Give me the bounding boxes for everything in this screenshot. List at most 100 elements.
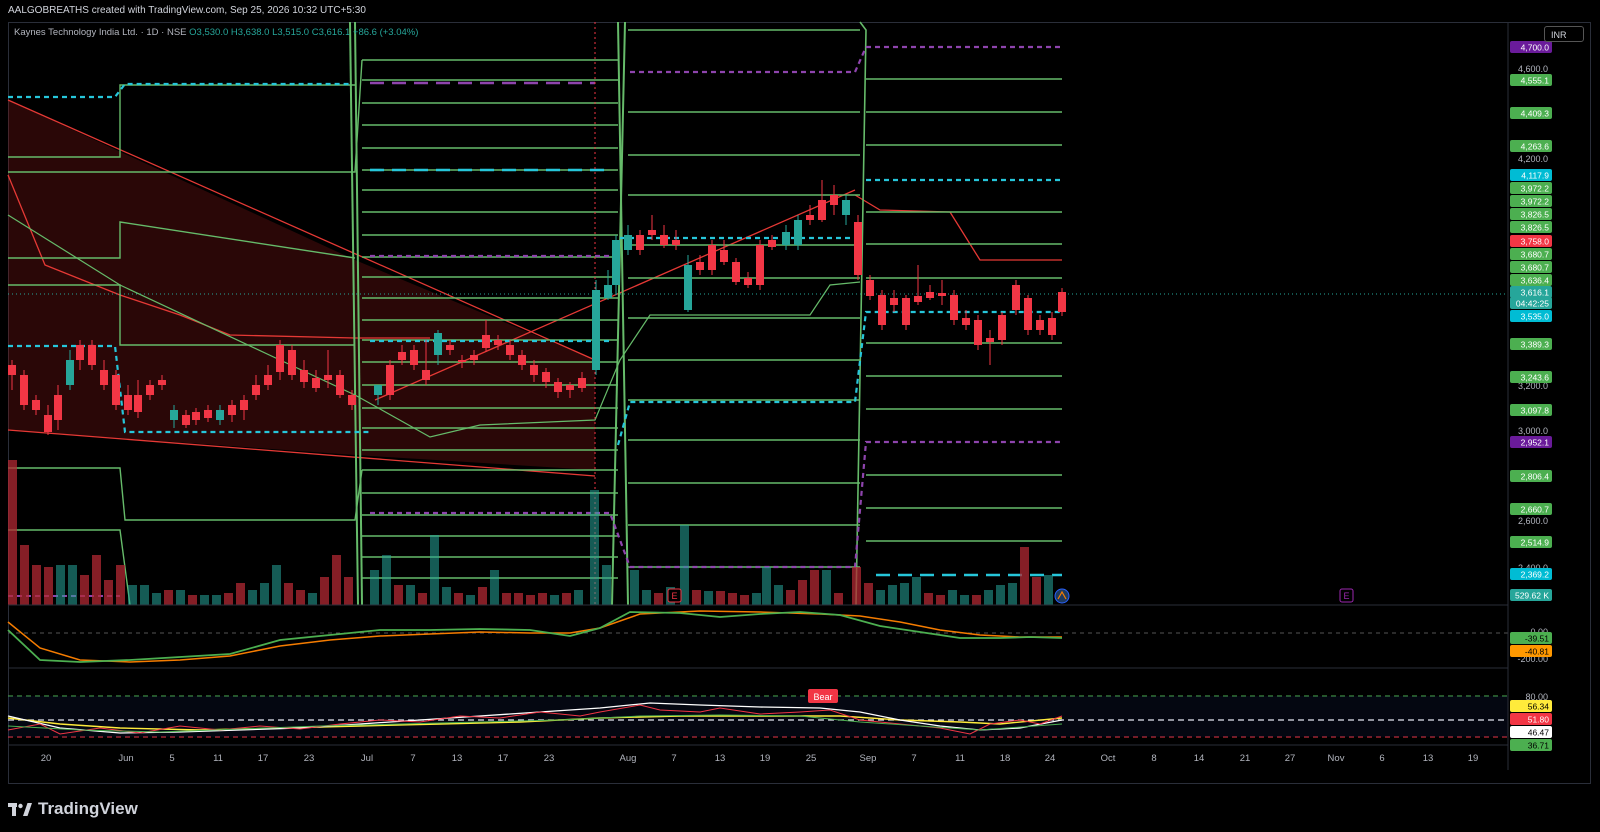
volume-bar <box>602 565 611 605</box>
candle-body <box>470 355 478 360</box>
volume-bar <box>128 585 137 605</box>
candle-body <box>20 375 28 405</box>
volume-bar <box>466 595 475 605</box>
candle-body <box>494 340 502 345</box>
volume-bar <box>248 590 257 605</box>
volume-bar <box>1044 575 1053 605</box>
volume-bar <box>630 570 639 605</box>
candle-body <box>192 412 200 420</box>
candle-body <box>146 385 154 395</box>
price-label: 4,409.3 <box>1521 109 1550 119</box>
volume-bar <box>140 585 149 605</box>
candle-body <box>240 400 248 410</box>
candle-body <box>422 370 430 380</box>
price-label: 3,826.5 <box>1521 210 1550 220</box>
dashed-level <box>630 46 868 74</box>
candle-body <box>300 370 308 382</box>
candle-body <box>312 378 320 388</box>
volume-bar <box>900 583 909 605</box>
candle-body <box>374 385 382 395</box>
candle-body <box>1036 320 1044 330</box>
volume-bar <box>822 570 831 605</box>
macd-signal-line <box>7 610 1062 663</box>
volume-bar <box>888 585 897 605</box>
time-tick: 25 <box>806 753 817 764</box>
grid-level <box>8 467 363 521</box>
time-tick: 7 <box>911 753 916 764</box>
rsi-label: 56.34 <box>1528 702 1550 712</box>
volume-bar <box>762 567 771 605</box>
time-tick: Jul <box>361 753 373 764</box>
price-label: 3,389.3 <box>1521 340 1550 350</box>
rsi-label: 46.47 <box>1528 728 1550 738</box>
candle-body <box>542 372 550 382</box>
price-chart[interactable]: BearE E4,600.04,200.03,200.03,000.02,600.… <box>0 0 1600 832</box>
volume-bar <box>80 575 89 605</box>
candle-body <box>732 262 740 282</box>
close-value: C3,616.1 <box>311 27 351 38</box>
volume-bar <box>382 555 391 605</box>
volume-bar <box>728 593 737 605</box>
volume-bar <box>590 490 599 605</box>
volume-bar <box>332 555 341 605</box>
currency-button[interactable]: INR <box>1544 26 1584 42</box>
candle-body <box>386 365 394 395</box>
volume-bar <box>116 565 125 605</box>
symbol-name: Kaynes Technology India Ltd. · 1D · NSE <box>14 27 187 38</box>
time-tick: 5 <box>169 753 174 764</box>
volume-bar <box>798 580 807 605</box>
volume-bar <box>478 587 487 605</box>
candle-body <box>986 338 994 342</box>
time-tick: 14 <box>1194 753 1205 764</box>
candle-body <box>806 215 814 220</box>
price-label: 3,243.6 <box>1521 373 1550 383</box>
time-tick: Jun <box>118 753 133 764</box>
volume-bar <box>284 583 293 605</box>
volume-bar <box>996 585 1005 605</box>
time-tick: Sep <box>860 753 877 764</box>
candle-body <box>264 375 272 385</box>
candle-body <box>938 293 946 296</box>
tradingview-logo-icon <box>8 802 32 816</box>
event-label: E <box>1343 591 1349 601</box>
price-label: 4,263.6 <box>1521 142 1550 152</box>
candle-body <box>506 345 514 355</box>
macd-label: -40.81 <box>1525 647 1549 657</box>
price-label: 4,117.9 <box>1521 171 1549 181</box>
volume-bar <box>752 593 761 605</box>
symbol-legend[interactable]: Kaynes Technology India Ltd. · 1D · NSE … <box>14 27 418 38</box>
volume-bar <box>864 583 873 605</box>
time-tick: 13 <box>715 753 726 764</box>
volume-bar <box>936 595 945 605</box>
volume-bar <box>32 565 41 605</box>
volume-bar <box>740 595 749 605</box>
candle-body <box>44 415 52 432</box>
candle-body <box>926 292 934 298</box>
price-label: 2,369.2 <box>1521 570 1550 580</box>
candle-body <box>708 245 716 270</box>
volume-bar <box>188 595 197 605</box>
volume-bar <box>876 590 885 605</box>
price-label: 2,660.7 <box>1521 505 1550 515</box>
time-tick: 20 <box>41 753 52 764</box>
price-tick: 2,600.0 <box>1518 516 1548 526</box>
volume-bar <box>834 593 843 605</box>
candle-body <box>794 220 802 245</box>
volume-bar <box>344 577 353 605</box>
candle-body <box>756 245 764 285</box>
candle-body <box>204 410 212 418</box>
candle-body <box>866 280 874 296</box>
candle-body <box>696 262 704 270</box>
candle-body <box>830 195 838 205</box>
volume-bar <box>786 590 795 605</box>
price-label: 04:42:25 <box>1516 299 1549 309</box>
time-tick: Oct <box>1101 753 1116 764</box>
price-label: 3,826.5 <box>1521 223 1550 233</box>
volume-bar <box>948 590 957 605</box>
time-tick: 21 <box>1240 753 1251 764</box>
volume-bar <box>704 591 713 605</box>
time-tick: 17 <box>498 753 509 764</box>
time-tick: 19 <box>760 753 771 764</box>
rsi-label: 36.71 <box>1528 741 1550 751</box>
grid-level <box>855 21 867 606</box>
